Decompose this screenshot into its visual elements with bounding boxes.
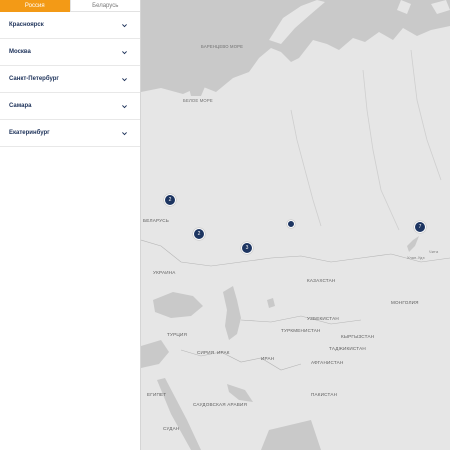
tab-russia[interactable]: Россия — [0, 0, 70, 12]
city-item-saint-petersburg[interactable]: Санкт-Петербург — [0, 66, 140, 93]
city-label: Самара — [9, 103, 32, 109]
map-label-white-sea: Белое море — [183, 98, 213, 103]
map-label-pakistan: Пакистан — [311, 392, 338, 397]
chevron-down-icon — [122, 23, 127, 27]
map-label-kyrgyzstan: Кыргызстан — [341, 334, 375, 339]
map-label-tajikistan: Таджикистан — [329, 346, 366, 351]
map-label-saudi: Саудовская Аравия — [193, 402, 248, 407]
city-item-samara[interactable]: Самара — [0, 93, 140, 120]
map-label-mongolia: Монголия — [391, 300, 419, 305]
city-label: Санкт-Петербург — [9, 76, 59, 82]
tab-belarus[interactable]: Беларусь — [69, 0, 140, 12]
chevron-down-icon — [122, 77, 127, 81]
map-label-afghanistan: Афганистан — [311, 360, 344, 365]
map-label-egypt: Египет — [147, 392, 167, 397]
city-label: Красноярск — [9, 22, 44, 28]
map-marker-cluster[interactable]: 2 — [164, 194, 176, 206]
map-base — [141, 0, 450, 450]
chevron-down-icon — [122, 131, 127, 135]
city-item-krasnoyarsk[interactable]: Красноярск — [0, 12, 140, 39]
map-label-uzbekistan: Узбекистан — [307, 316, 339, 321]
map-label-iran: Иран — [261, 356, 275, 361]
map-label-ukraine: Украина — [153, 270, 176, 275]
map-label-ulan-ude: Улан-Удэ — [407, 256, 425, 260]
map-label-sudan: Судан — [163, 426, 180, 431]
map-marker-cluster[interactable]: 2 — [193, 228, 205, 240]
map-label-turkey: Турция — [167, 332, 188, 337]
country-tabs: Россия Беларусь — [0, 0, 140, 12]
city-item-moscow[interactable]: Москва — [0, 39, 140, 66]
map-label-barents: Баренцево море — [201, 44, 244, 49]
map-marker-cluster[interactable]: 7 — [414, 221, 426, 233]
city-panel: Россия Беларусь Красноярск Москва Санкт-… — [0, 0, 141, 450]
map-label-syria: Сирия — [197, 350, 215, 355]
chevron-down-icon — [122, 50, 127, 54]
map-marker-cluster[interactable]: 3 — [241, 242, 253, 254]
map-label-belarus: Беларусь — [143, 218, 169, 223]
map-label-kazakhstan: Казахстан — [307, 278, 336, 283]
map-label-chita: Чита — [429, 250, 439, 254]
city-item-yekaterinburg[interactable]: Екатеринбург — [0, 120, 140, 147]
city-list: Красноярск Москва Санкт-Петербург Самара… — [0, 12, 140, 147]
map-canvas[interactable]: Баренцево море Белое море Беларусь Украи… — [141, 0, 450, 450]
map-label-iraq: Ирак — [217, 350, 230, 355]
city-label: Екатеринбург — [9, 130, 50, 136]
map-marker-single[interactable] — [287, 220, 295, 228]
map-label-turkmenistan: Туркменистан — [281, 328, 321, 333]
chevron-down-icon — [122, 104, 127, 108]
city-label: Москва — [9, 49, 31, 55]
